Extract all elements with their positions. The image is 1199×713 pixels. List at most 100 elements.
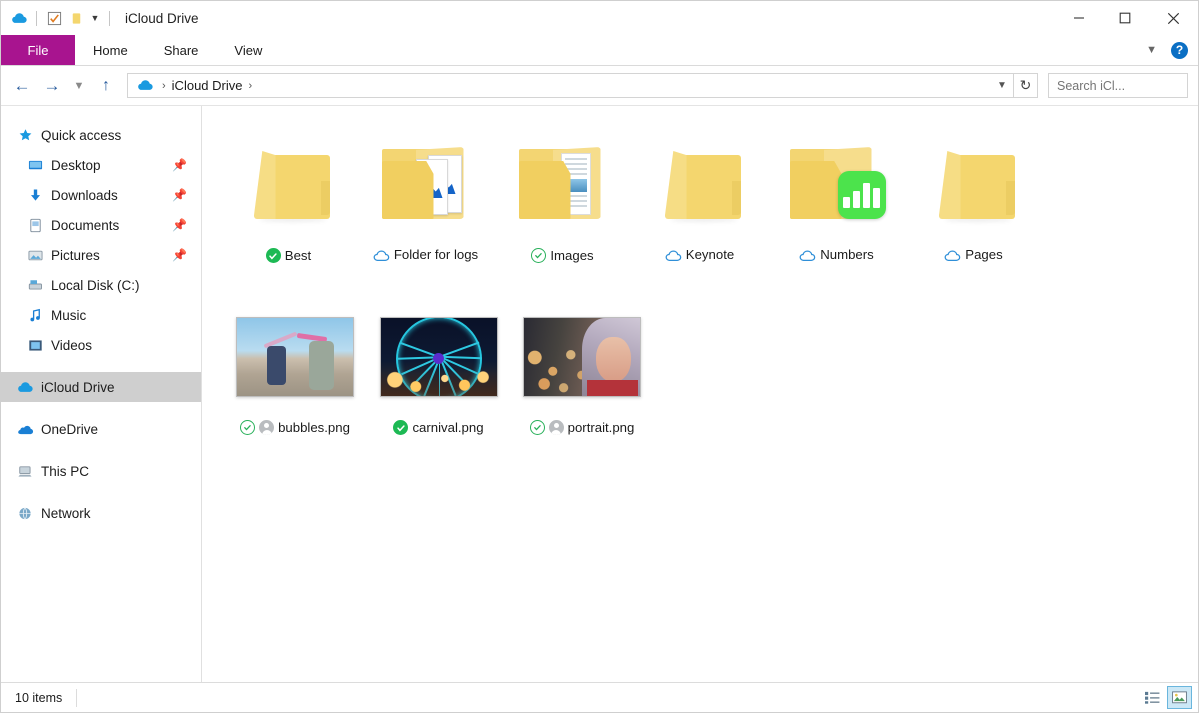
close-button[interactable] bbox=[1148, 1, 1198, 35]
network-icon bbox=[13, 506, 37, 521]
explorer-body: Quick access Desktop 📌 Downloads 📌 bbox=[1, 106, 1198, 682]
file-item-portrait-png[interactable]: portrait.png bbox=[507, 294, 657, 466]
file-item-pages[interactable]: Pages bbox=[905, 122, 1042, 294]
breadcrumb[interactable]: › iCloud Drive › ▼ bbox=[127, 73, 1014, 98]
file-item-keynote[interactable]: Keynote bbox=[631, 122, 768, 294]
sidebar-item-documents[interactable]: Documents 📌 bbox=[1, 210, 201, 240]
customize-qat-chevron-icon[interactable]: ▼ bbox=[87, 7, 103, 29]
file-item-carnival-png[interactable]: carnival.png bbox=[370, 294, 507, 466]
numbers-app-icon bbox=[838, 171, 886, 219]
sidebar-item-music[interactable]: Music bbox=[1, 300, 201, 330]
file-item-images[interactable]: Images bbox=[494, 122, 631, 294]
star-icon bbox=[13, 128, 37, 143]
file-name: Best bbox=[285, 249, 311, 262]
sidebar-item-label: iCloud Drive bbox=[41, 380, 115, 395]
sidebar-item-label: OneDrive bbox=[41, 422, 98, 437]
sidebar-item-label: Quick access bbox=[41, 128, 121, 143]
shared-person-icon bbox=[549, 420, 564, 435]
sidebar-item-label: Local Disk (C:) bbox=[51, 278, 140, 293]
sidebar-item-videos[interactable]: Videos bbox=[1, 330, 201, 360]
sidebar-item-label: Music bbox=[51, 308, 86, 323]
shared-person-icon bbox=[259, 420, 274, 435]
chevron-down-icon[interactable]: ▼ bbox=[1142, 44, 1161, 56]
tab-share[interactable]: Share bbox=[146, 35, 217, 65]
ribbon-right-controls: ▼ ? bbox=[1142, 35, 1198, 65]
breadcrumb-separator-trailing[interactable]: › bbox=[242, 80, 258, 92]
folder-with-documents-icon bbox=[357, 122, 494, 248]
sidebar-item-quick-access[interactable]: Quick access bbox=[1, 120, 201, 150]
recent-locations-button[interactable]: ▼ bbox=[67, 72, 91, 100]
view-mode-buttons bbox=[1140, 686, 1192, 709]
ribbon-tabs: File Home Share View ▼ ? bbox=[1, 35, 1198, 66]
photo-thumbnail bbox=[227, 294, 364, 420]
file-item-folder-for-logs[interactable]: Folder for logs bbox=[357, 122, 494, 294]
pin-icon[interactable]: 📌 bbox=[172, 188, 187, 202]
tab-file[interactable]: File bbox=[1, 35, 75, 65]
large-icons-view-button[interactable] bbox=[1167, 686, 1192, 709]
breadcrumb-item-icloud-drive[interactable]: iCloud Drive bbox=[172, 78, 243, 93]
file-caption: carnival.png bbox=[393, 420, 483, 435]
music-icon bbox=[23, 308, 47, 323]
help-button[interactable]: ? bbox=[1171, 42, 1188, 59]
file-caption: Numbers bbox=[799, 248, 874, 262]
file-name: Numbers bbox=[820, 248, 874, 261]
sidebar-item-label: This PC bbox=[41, 464, 89, 479]
back-button[interactable]: ← bbox=[7, 72, 37, 100]
sidebar-item-desktop[interactable]: Desktop 📌 bbox=[1, 150, 201, 180]
file-name: portrait.png bbox=[568, 421, 635, 434]
search-box[interactable] bbox=[1048, 73, 1188, 98]
details-view-button[interactable] bbox=[1140, 686, 1165, 709]
pin-icon[interactable]: 📌 bbox=[172, 218, 187, 232]
sidebar-item-pictures[interactable]: Pictures 📌 bbox=[1, 240, 201, 270]
sync-check-outline-icon bbox=[240, 420, 255, 435]
file-grid: Best bbox=[220, 122, 1180, 466]
tab-home[interactable]: Home bbox=[75, 35, 146, 65]
photo-thumbnail bbox=[514, 294, 651, 420]
folder-icon bbox=[631, 122, 768, 248]
search-input[interactable] bbox=[1057, 79, 1199, 93]
file-caption: Best bbox=[266, 248, 311, 263]
sync-check-solid-icon bbox=[393, 420, 408, 435]
refresh-button[interactable]: ↻ bbox=[1014, 73, 1038, 98]
tab-view[interactable]: View bbox=[216, 35, 280, 65]
file-item-bubbles-png[interactable]: bubbles.png bbox=[220, 294, 370, 466]
icloud-icon bbox=[134, 77, 156, 94]
status-divider bbox=[76, 689, 77, 707]
sidebar-item-label: Pictures bbox=[51, 248, 100, 263]
icloud-icon bbox=[8, 7, 30, 29]
pin-icon[interactable]: 📌 bbox=[172, 248, 187, 262]
sidebar-item-downloads[interactable]: Downloads 📌 bbox=[1, 180, 201, 210]
pictures-icon bbox=[23, 248, 47, 263]
file-item-best[interactable]: Best bbox=[220, 122, 357, 294]
new-folder-icon[interactable] bbox=[65, 7, 87, 29]
sidebar-item-network[interactable]: Network bbox=[1, 498, 201, 528]
sync-check-outline-icon bbox=[531, 248, 546, 263]
sidebar-item-onedrive[interactable]: OneDrive bbox=[1, 414, 201, 444]
title-bar: ▼ iCloud Drive bbox=[1, 1, 1198, 35]
properties-icon[interactable] bbox=[43, 7, 65, 29]
folder-with-pages-icon bbox=[494, 122, 631, 248]
sync-check-solid-icon bbox=[266, 248, 281, 263]
chevron-down-icon[interactable]: ▼ bbox=[991, 74, 1013, 97]
file-name: bubbles.png bbox=[278, 421, 350, 434]
file-name: Folder for logs bbox=[394, 248, 478, 261]
sync-cloud-outline-icon bbox=[373, 248, 390, 262]
maximize-button[interactable] bbox=[1102, 1, 1148, 35]
desktop-icon bbox=[23, 158, 47, 173]
sidebar-item-icloud-drive[interactable]: iCloud Drive bbox=[1, 372, 201, 402]
minimize-button[interactable] bbox=[1056, 1, 1102, 35]
documents-icon bbox=[23, 218, 47, 233]
folder-with-numbers-app-icon bbox=[768, 122, 905, 248]
file-caption: portrait.png bbox=[530, 420, 635, 435]
sidebar-item-this-pc[interactable]: This PC bbox=[1, 456, 201, 486]
sidebar-item-local-disk-c[interactable]: Local Disk (C:) bbox=[1, 270, 201, 300]
navigation-pane: Quick access Desktop 📌 Downloads 📌 bbox=[1, 106, 202, 682]
up-button[interactable]: ↑ bbox=[91, 72, 121, 100]
sidebar-item-label: Network bbox=[41, 506, 91, 521]
pin-icon[interactable]: 📌 bbox=[172, 158, 187, 172]
photo-thumbnail bbox=[370, 294, 507, 420]
file-item-numbers[interactable]: Numbers bbox=[768, 122, 905, 294]
forward-button[interactable]: → bbox=[37, 72, 67, 100]
file-list-view[interactable]: Best bbox=[202, 106, 1198, 682]
sidebar-item-label: Documents bbox=[51, 218, 119, 233]
